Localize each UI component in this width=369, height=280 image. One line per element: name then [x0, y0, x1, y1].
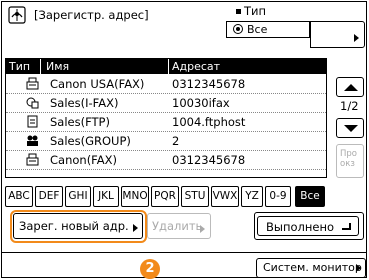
enter-icon	[342, 223, 351, 230]
register-new-address-button[interactable]: Зарег. новый адр.	[13, 213, 143, 239]
triangle-up-icon	[344, 84, 358, 91]
address-book-icon	[8, 6, 26, 24]
row-name: Sales(FTP)	[50, 115, 110, 129]
letter-button-stu[interactable]: STU	[181, 186, 209, 207]
arrow-right-icon	[133, 224, 138, 232]
row-address: 0312345678	[172, 77, 246, 91]
table-header: Тип Имя Адресат	[6, 59, 326, 74]
table-row[interactable]: Canon USA(FAX) 0312345678	[6, 75, 326, 94]
delete-button[interactable]: Удалить	[147, 213, 211, 239]
ifax-icon	[26, 97, 39, 109]
triangle-down-icon	[344, 125, 358, 132]
letter-button-yz[interactable]: YZ	[241, 186, 263, 207]
column-header-name: Имя	[46, 60, 70, 73]
letter-button-abc[interactable]: ABC	[5, 186, 33, 207]
divider	[1, 252, 367, 253]
fax-icon	[26, 153, 39, 166]
page-title: [Зарегистр. адрес]	[34, 8, 149, 22]
table-row[interactable]: Sales(I-FAX) 10030ifax	[6, 94, 326, 113]
row-name: Canon USA(FAX)	[50, 77, 145, 91]
arrow-right-icon	[200, 225, 205, 233]
row-address: 1004.ftphost	[172, 115, 246, 129]
letter-button-digits[interactable]: 0-9	[265, 186, 291, 207]
letter-button-vwx[interactable]: VWX	[211, 186, 239, 207]
table-row[interactable]: Sales(FTP) 1004.ftphost	[6, 113, 326, 132]
page-indicator: 1/2	[340, 99, 359, 113]
arrow-right-icon	[354, 34, 359, 42]
type-filter-dropdown-button[interactable]	[310, 21, 365, 48]
arrow-right-icon	[356, 264, 361, 272]
scroll-up-button[interactable]	[336, 77, 364, 97]
letter-button-mno[interactable]: MNO	[121, 186, 149, 207]
type-filter-value[interactable]: Все	[226, 21, 310, 38]
letter-button-pqr[interactable]: PQR	[151, 186, 179, 207]
row-name: Sales(GROUP)	[50, 134, 131, 148]
row-name: Sales(I-FAX)	[50, 96, 119, 110]
ftp-icon	[27, 115, 38, 128]
callout-number-badge: 2	[140, 259, 160, 279]
scroll-down-button[interactable]	[336, 118, 364, 138]
system-monitor-button[interactable]: Систем. монитор	[256, 258, 366, 278]
type-filter-label: Тип	[236, 4, 266, 18]
row-address: 0312345678	[172, 153, 246, 167]
letter-button-all[interactable]: Все	[295, 186, 325, 207]
row-address: 10030ifax	[172, 96, 230, 110]
letter-button-jkl[interactable]: JKL	[93, 186, 119, 207]
row-name: Canon(FAX)	[50, 153, 117, 167]
table-row[interactable]: Canon(FAX) 0312345678	[6, 151, 326, 170]
done-button[interactable]: Выполнено	[254, 212, 364, 240]
fax-icon	[26, 77, 39, 90]
letter-button-def[interactable]: DEF	[35, 186, 63, 207]
column-header-address: Адресат	[172, 60, 221, 73]
letter-button-ghi[interactable]: GHI	[65, 186, 91, 207]
table-row[interactable]: Sales(GROUP) 2	[6, 132, 326, 151]
address-table: Тип Имя Адресат Canon USA(FAX) 031234567…	[5, 58, 327, 178]
row-address: 2	[172, 134, 180, 148]
group-icon	[27, 135, 38, 146]
column-header-type: Тип	[9, 60, 31, 73]
radio-selected-icon	[233, 24, 243, 34]
details-button[interactable]: Про окз	[336, 144, 364, 178]
